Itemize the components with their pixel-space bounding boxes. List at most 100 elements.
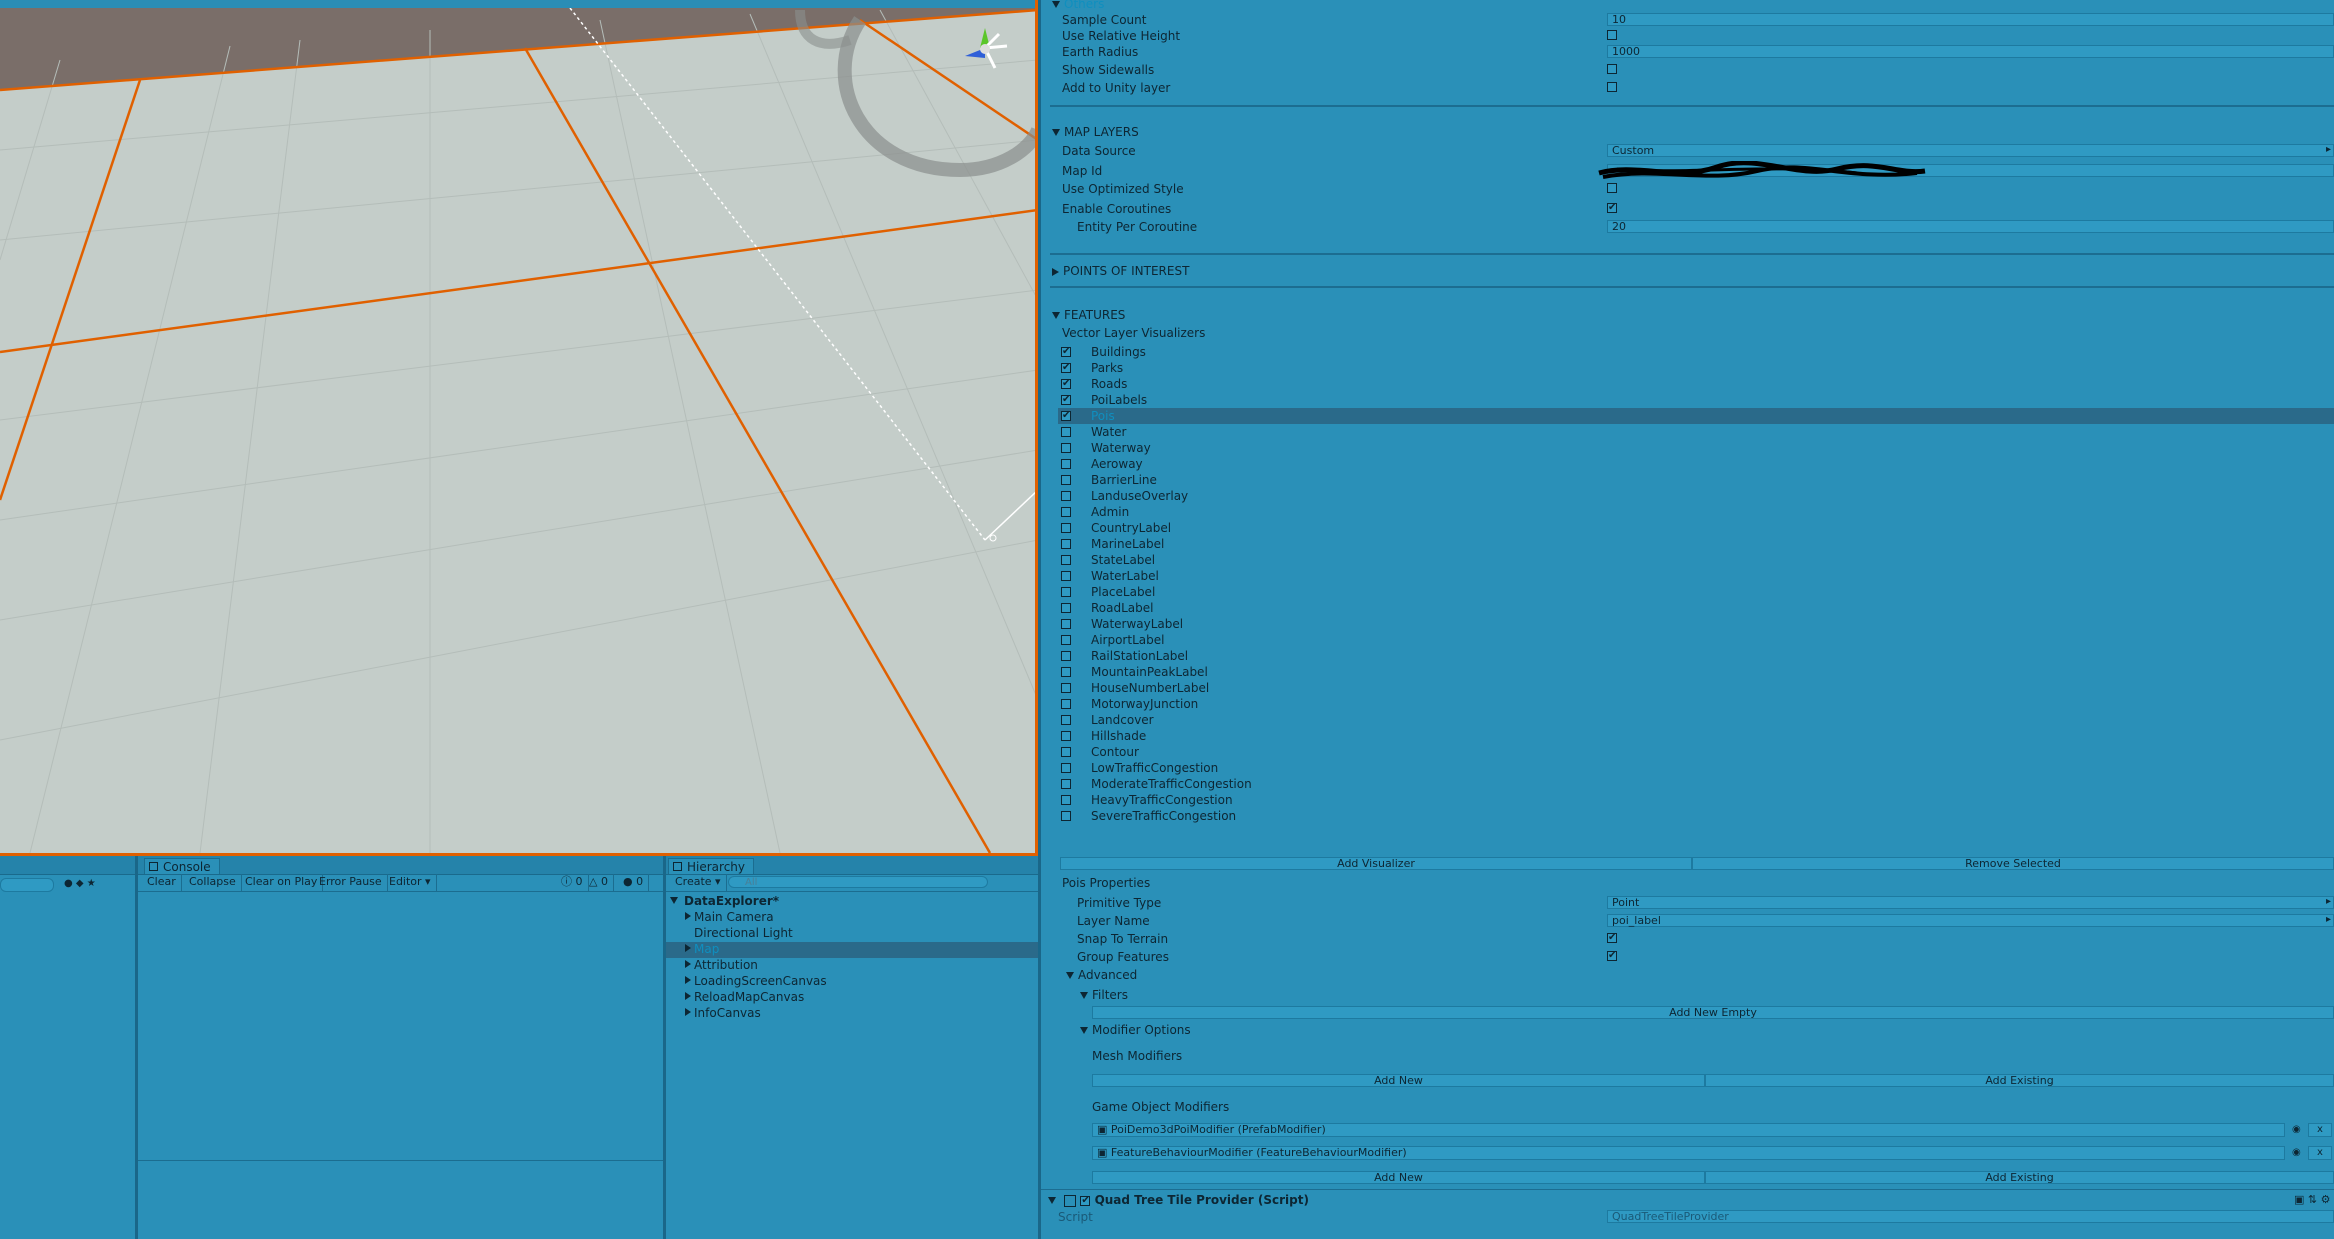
modifier-options-foldout[interactable]: Modifier Options: [1080, 1023, 1191, 1037]
sample-count-field[interactable]: 10: [1607, 13, 2334, 26]
visualizer-row[interactable]: Water: [1058, 424, 2334, 440]
visualizer-row[interactable]: SevereTrafficCongestion: [1058, 808, 2334, 824]
object-picker-icon[interactable]: ◉: [2292, 1124, 2301, 1135]
filters-foldout[interactable]: Filters: [1080, 988, 1128, 1002]
clear-on-play-button[interactable]: Clear on Play: [240, 874, 324, 891]
component-foldout-icon[interactable]: [1048, 1197, 1056, 1204]
visualizer-checkbox[interactable]: [1061, 763, 1071, 773]
project-search-input[interactable]: [0, 878, 54, 892]
hierarchy-item-reload-map-canvas[interactable]: ReloadMapCanvas: [685, 990, 804, 1004]
scene-root[interactable]: DataExplorer*: [670, 894, 779, 908]
primitive-type-dropdown[interactable]: Point: [1607, 896, 2334, 909]
remove-modifier-2-button[interactable]: x: [2308, 1146, 2332, 1160]
group-features-checkbox[interactable]: [1607, 951, 1617, 961]
visualizer-row[interactable]: Waterway: [1058, 440, 2334, 456]
mesh-add-new-button[interactable]: Add New: [1092, 1074, 1705, 1087]
visualizer-checkbox[interactable]: [1061, 475, 1071, 485]
remove-selected-button[interactable]: Remove Selected: [1692, 857, 2334, 870]
go-add-existing-button[interactable]: Add Existing: [1705, 1171, 2334, 1184]
visualizer-row[interactable]: AirportLabel: [1058, 632, 2334, 648]
visualizer-row[interactable]: Aeroway: [1058, 456, 2334, 472]
component-header[interactable]: Quad Tree Tile Provider (Script): [1048, 1193, 1309, 1207]
visualizer-row[interactable]: MarineLabel: [1058, 536, 2334, 552]
data-source-dropdown[interactable]: Custom: [1607, 144, 2334, 157]
visualizer-row[interactable]: PoiLabels: [1058, 392, 2334, 408]
mesh-add-existing-button[interactable]: Add Existing: [1705, 1074, 2334, 1087]
entity-per-coroutine-field[interactable]: 20: [1607, 220, 2334, 233]
hierarchy-item-info-canvas[interactable]: InfoCanvas: [685, 1006, 761, 1020]
visualizer-checkbox[interactable]: [1061, 795, 1071, 805]
visualizer-row[interactable]: Roads: [1058, 376, 2334, 392]
modifier-field-1[interactable]: ▣ PoiDemo3dPoiModifier (PrefabModifier): [1092, 1123, 2285, 1137]
visualizer-checkbox[interactable]: [1061, 699, 1071, 709]
visualizer-checkbox[interactable]: [1061, 635, 1071, 645]
go-add-new-button[interactable]: Add New: [1092, 1171, 1705, 1184]
use-relative-height-checkbox[interactable]: [1607, 30, 1617, 40]
visualizer-row[interactable]: LowTrafficCongestion: [1058, 760, 2334, 776]
visualizer-row[interactable]: Landcover: [1058, 712, 2334, 728]
visualizer-checkbox[interactable]: [1061, 779, 1071, 789]
visualizer-checkbox[interactable]: [1061, 603, 1071, 613]
create-dropdown[interactable]: Create ▾: [670, 874, 727, 891]
tab-console[interactable]: Console: [144, 858, 220, 874]
hierarchy-item-loading-screen-canvas[interactable]: LoadingScreenCanvas: [685, 974, 827, 988]
visualizer-checkbox[interactable]: [1061, 747, 1071, 757]
visualizer-row[interactable]: HouseNumberLabel: [1058, 680, 2334, 696]
visualizer-checkbox[interactable]: [1061, 683, 1071, 693]
visualizer-checkbox[interactable]: [1061, 523, 1071, 533]
visualizer-checkbox[interactable]: [1061, 811, 1071, 821]
editor-dropdown[interactable]: Editor ▾: [384, 874, 437, 891]
layer-name-dropdown[interactable]: poi_label: [1607, 914, 2334, 927]
optimized-style-checkbox[interactable]: [1607, 183, 1617, 193]
visualizer-row[interactable]: RailStationLabel: [1058, 648, 2334, 664]
error-pause-button[interactable]: Error Pause: [314, 874, 388, 891]
scene-gizmo-icon[interactable]: [955, 18, 1015, 78]
visualizer-checkbox[interactable]: [1061, 715, 1071, 725]
visualizer-row[interactable]: WaterLabel: [1058, 568, 2334, 584]
tab-hierarchy[interactable]: Hierarchy: [668, 858, 754, 874]
add-visualizer-button[interactable]: Add Visualizer: [1060, 857, 1692, 870]
visualizer-row[interactable]: StateLabel: [1058, 552, 2334, 568]
add-new-empty-button[interactable]: Add New Empty: [1092, 1006, 2334, 1019]
object-picker-icon[interactable]: ◉: [2292, 1147, 2301, 1158]
visualizer-checkbox[interactable]: [1061, 667, 1071, 677]
visualizer-row[interactable]: Hillshade: [1058, 728, 2334, 744]
visualizer-row[interactable]: LanduseOverlay: [1058, 488, 2334, 504]
component-settings-icons[interactable]: ▣ ⇅ ⚙: [2294, 1193, 2330, 1206]
hierarchy-item-main-camera[interactable]: Main Camera: [685, 910, 774, 924]
visualizer-row[interactable]: CountryLabel: [1058, 520, 2334, 536]
visualizer-checkbox[interactable]: [1061, 347, 1071, 357]
visualizer-checkbox[interactable]: [1061, 395, 1071, 405]
visualizer-row[interactable]: HeavyTrafficCongestion: [1058, 792, 2334, 808]
visualizer-checkbox[interactable]: [1061, 379, 1071, 389]
remove-modifier-1-button[interactable]: x: [2308, 1123, 2332, 1137]
visualizer-checkbox[interactable]: [1061, 587, 1071, 597]
script-field[interactable]: QuadTreeTileProvider: [1607, 1210, 2334, 1223]
visualizer-checkbox[interactable]: [1061, 411, 1071, 421]
visualizer-row[interactable]: MotorwayJunction: [1058, 696, 2334, 712]
visualizer-checkbox[interactable]: [1061, 363, 1071, 373]
visualizer-row[interactable]: ModerateTrafficCongestion: [1058, 776, 2334, 792]
visualizer-row[interactable]: Contour: [1058, 744, 2334, 760]
others-header[interactable]: Others: [1052, 0, 1104, 11]
earth-radius-field[interactable]: 1000: [1607, 45, 2334, 58]
collapse-button[interactable]: Collapse: [184, 874, 242, 891]
visualizer-row[interactable]: Buildings: [1058, 344, 2334, 360]
visualizer-checkbox[interactable]: [1061, 571, 1071, 581]
show-sidewalls-checkbox[interactable]: [1607, 64, 1617, 74]
visualizer-row[interactable]: WaterwayLabel: [1058, 616, 2334, 632]
visualizer-checkbox[interactable]: [1061, 443, 1071, 453]
visualizer-checkbox[interactable]: [1061, 539, 1071, 549]
visualizer-checkbox[interactable]: [1061, 459, 1071, 469]
clear-button[interactable]: Clear: [142, 874, 182, 891]
visualizer-checkbox[interactable]: [1061, 427, 1071, 437]
visualizer-checkbox[interactable]: [1061, 491, 1071, 501]
visualizer-row[interactable]: PlaceLabel: [1058, 584, 2334, 600]
project-filter-icons[interactable]: ● ◆ ★: [64, 878, 96, 889]
visualizer-row[interactable]: BarrierLine: [1058, 472, 2334, 488]
visualizer-row[interactable]: Admin: [1058, 504, 2334, 520]
visualizer-row[interactable]: MountainPeakLabel: [1058, 664, 2334, 680]
modifier-field-2[interactable]: ▣ FeatureBehaviourModifier (FeatureBehav…: [1092, 1146, 2285, 1160]
advanced-foldout[interactable]: Advanced: [1066, 968, 1137, 982]
add-to-unity-layer-checkbox[interactable]: [1607, 82, 1617, 92]
